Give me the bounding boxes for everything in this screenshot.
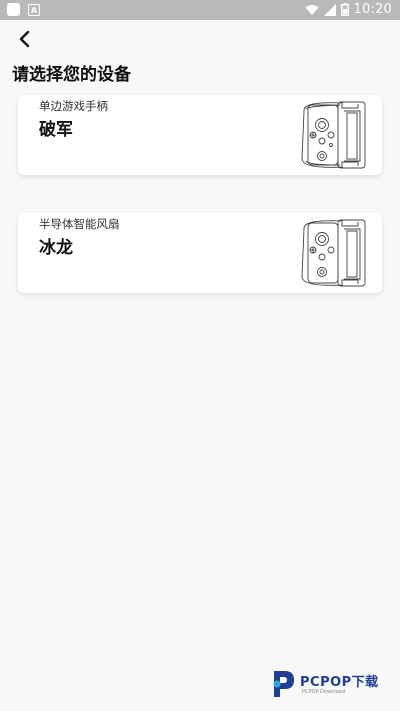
back-button[interactable] <box>14 28 36 50</box>
status-left-icons: A <box>7 3 40 16</box>
battery-icon <box>340 3 349 16</box>
watermark-text: PCPOP下载 <box>300 675 379 690</box>
app-a-icon: A <box>28 4 40 16</box>
status-bar: A 10:20 <box>0 0 400 20</box>
device-card-pojun[interactable]: 单边游戏手柄 破军 <box>18 95 382 175</box>
notification-square-icon <box>7 3 20 16</box>
device-name: 破军 <box>39 120 73 140</box>
device-category: 单边游戏手柄 <box>39 99 108 113</box>
status-time: 10:20 <box>353 2 392 17</box>
pcpop-watermark: PCPOP下载 PCPOP Download <box>268 666 394 700</box>
signal-icon <box>323 3 336 16</box>
wifi-icon <box>305 4 319 15</box>
pcpop-logo-icon <box>273 671 294 697</box>
fan-device-image <box>301 219 366 287</box>
page-title: 请选择您的设备 <box>12 65 131 85</box>
device-card-binglong[interactable]: 半导体智能风扇 冰龙 <box>18 213 382 293</box>
gamepad-device-image <box>301 101 366 169</box>
device-name: 冰龙 <box>39 238 73 258</box>
status-right-icons: 10:20 <box>305 2 392 17</box>
device-category: 半导体智能风扇 <box>39 217 120 231</box>
chevron-left-icon <box>19 30 30 48</box>
